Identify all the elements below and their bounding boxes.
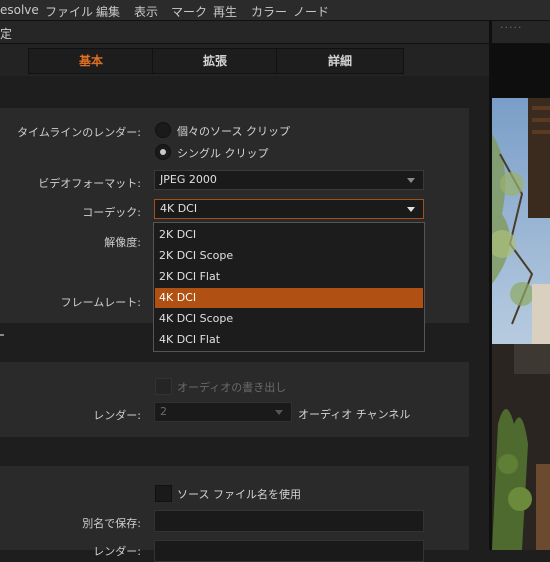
codec-option-4k-dci-scope[interactable]: 4K DCI Scope — [155, 309, 423, 329]
chevron-down-icon — [275, 410, 283, 415]
tab-bar: 基本 拡張 詳細 — [0, 44, 489, 76]
file-render-label: レンダー: — [93, 545, 141, 558]
codec-option-2k-dci-flat[interactable]: 2K DCI Flat — [155, 267, 423, 287]
viewer-title-bar: ····· — [492, 21, 550, 44]
file-section: ソース ファイル名を使用 別名で保存: レンダー: — [0, 466, 469, 562]
radio-single-clip[interactable] — [155, 144, 171, 160]
window-title: 定 — [0, 27, 13, 41]
video-format-value: JPEG 2000 — [160, 173, 217, 186]
menu-edit[interactable]: 編集 — [96, 3, 120, 20]
chevron-down-icon — [407, 178, 415, 183]
timeline-render-label: タイムラインのレンダー: — [17, 126, 141, 139]
menu-bar: esolve ファイル 編集 表示 マーク 再生 カラー ノード — [0, 0, 550, 21]
audio-render-value: 2 — [160, 405, 167, 418]
tab-basic[interactable]: 基本 — [28, 48, 154, 74]
audio-export-label: オーディオの書き出し — [177, 381, 287, 394]
audio-export-checkbox[interactable] — [155, 378, 172, 395]
codec-dropdown-list: 2K DCI 2K DCI Scope 2K DCI Flat 4K DCI 4… — [153, 222, 425, 352]
framerate-label: フレームレート: — [60, 296, 141, 309]
codec-value: 4K DCI — [160, 202, 198, 215]
chevron-down-icon — [407, 207, 415, 212]
radio-individual-clips[interactable] — [155, 122, 171, 138]
preview-image — [492, 44, 550, 550]
file-render-input[interactable] — [154, 540, 424, 562]
video-format-label: ビデオフォーマット: — [38, 177, 141, 190]
collapse-icon[interactable] — [0, 334, 4, 336]
tab-detail[interactable]: 詳細 — [276, 48, 404, 74]
radio-individual-clips-label: 個々のソース クリップ — [177, 125, 290, 138]
codec-option-2k-dci[interactable]: 2K DCI — [155, 225, 423, 245]
settings-title-bar: 定 — [0, 21, 489, 44]
audio-channels-label: オーディオ チャンネル — [298, 408, 411, 421]
codec-label: コーデック: — [82, 206, 141, 219]
audio-section: オーディオの書き出し レンダー: 2 オーディオ チャンネル — [0, 362, 469, 437]
resolution-label: 解像度: — [104, 236, 141, 249]
use-source-name-label: ソース ファイル名を使用 — [177, 488, 301, 501]
codec-select[interactable]: 4K DCI — [154, 199, 424, 219]
save-as-label: 別名で保存: — [82, 517, 141, 530]
radio-single-clip-label: シングル クリップ — [177, 147, 269, 160]
codec-option-4k-dci[interactable]: 4K DCI — [155, 288, 423, 308]
codec-option-4k-dci-flat[interactable]: 4K DCI Flat — [155, 330, 423, 350]
menu-color[interactable]: カラー — [251, 3, 287, 20]
viewer-preview[interactable] — [492, 44, 550, 550]
menu-file[interactable]: ファイル — [45, 3, 93, 20]
menu-node[interactable]: ノード — [293, 3, 329, 20]
tab-advanced[interactable]: 拡張 — [152, 48, 278, 74]
audio-render-label: レンダー: — [93, 409, 141, 422]
menu-mark[interactable]: マーク — [171, 3, 207, 20]
video-format-select[interactable]: JPEG 2000 — [154, 170, 424, 190]
use-source-name-checkbox[interactable] — [155, 485, 172, 502]
drag-handle-icon[interactable]: ····· — [500, 21, 522, 34]
menu-playback[interactable]: 再生 — [213, 3, 237, 20]
menu-view[interactable]: 表示 — [134, 3, 158, 20]
audio-render-select[interactable]: 2 — [154, 402, 292, 422]
app-name: esolve — [0, 3, 39, 17]
codec-option-2k-dci-scope[interactable]: 2K DCI Scope — [155, 246, 423, 266]
save-as-input[interactable] — [154, 510, 424, 532]
